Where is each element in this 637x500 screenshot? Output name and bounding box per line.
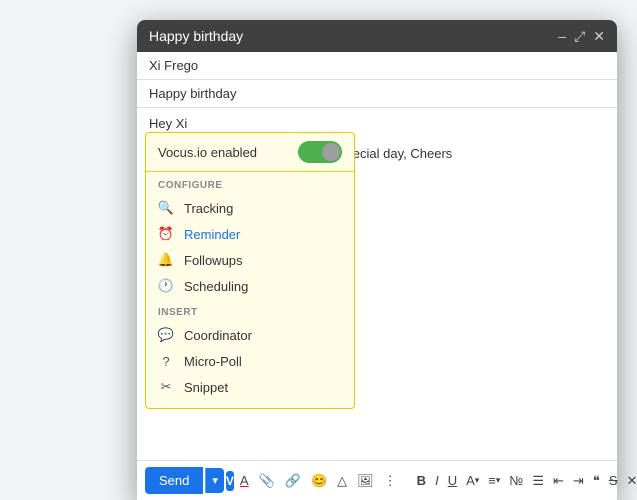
micro-poll-icon: ? [158,353,174,369]
menu-item-coordinator[interactable]: 💬 Coordinator [146,322,354,348]
menu-item-micro-poll[interactable]: ? Micro-Poll [146,348,354,374]
remove-format-icon: ✕ [627,473,637,489]
header-actions: – ⤢ ✕ [558,29,605,43]
expand-icon[interactable]: ⤢ [574,29,585,43]
strikethrough-icon: S [609,473,618,488]
numbered-list-button[interactable]: № [505,470,527,491]
compose-window: Happy birthday – ⤢ ✕ Xi Frego Happy birt… [137,20,617,500]
search-icon: 🔍 [158,200,174,216]
compose-header: Happy birthday – ⤢ ✕ [137,20,617,52]
underline-button[interactable]: U [444,470,461,491]
remove-format-button[interactable]: ✕ [623,470,637,492]
italic-button[interactable]: I [431,470,443,491]
quote-icon: ❝ [593,473,600,489]
vocus-v-button[interactable]: V [226,471,234,491]
vocus-panel: Vocus.io enabled CONFIGURE 🔍 Tracking ⏰ … [145,132,355,409]
compose-toolbar: Send ▾ V A 📎 🔗 😊 △ 🖼 ⋮ B I U [137,460,617,500]
font-color-format-button[interactable]: A▾ [462,470,483,491]
send-button[interactable]: Send [145,467,203,494]
reminder-icon: ⏰ [158,226,174,242]
menu-item-reminder[interactable]: ⏰ Reminder [146,221,354,247]
configure-section-label: CONFIGURE [146,172,354,195]
formatting-toolbar: B I U A▾ ≡▾ № ☰ ⇤ ⇥ ❝ [413,470,637,492]
bullet-list-icon: ☰ [532,473,544,489]
menu-item-tracking[interactable]: 🔍 Tracking [146,195,354,221]
bold-button[interactable]: B [413,470,430,491]
menu-item-scheduling[interactable]: 🕐 Scheduling [146,273,354,299]
micro-poll-label: Micro-Poll [184,354,242,369]
coordinator-label: Coordinator [184,328,252,343]
send-dropdown-button[interactable]: ▾ [205,468,224,493]
font-color-button[interactable]: A [236,470,253,491]
vocus-toggle[interactable] [298,141,342,163]
emoji-icon: 😊 [311,473,327,489]
to-value: Xi Frego [149,58,198,73]
image-icon: 🖼 [357,473,374,489]
link-icon: 🔗 [285,473,301,489]
strikethrough-button[interactable]: S [605,470,622,491]
subject-value: Happy birthday [149,86,236,101]
indent-less-icon: ⇤ [553,473,564,489]
numbered-list-icon: № [509,473,523,488]
indent-more-icon: ⇥ [573,473,584,489]
font-color-icon: A [240,473,249,488]
align-button[interactable]: ≡▾ [484,470,504,491]
bullet-list-button[interactable]: ☰ [528,470,548,492]
menu-item-snippet[interactable]: ✂ Snippet [146,374,354,400]
snippet-label: Snippet [184,380,228,395]
scheduling-icon: 🕐 [158,278,174,294]
quote-button[interactable]: ❝ [589,470,604,492]
coordinator-icon: 💬 [158,327,174,343]
body-line1: Hey Xi [149,116,605,131]
minimize-icon[interactable]: – [558,29,566,43]
indent-less-button[interactable]: ⇤ [549,470,568,492]
scheduling-label: Scheduling [184,279,248,294]
insert-section-label: INSERT [146,299,354,322]
tracking-label: Tracking [184,201,233,216]
link-button[interactable]: 🔗 [281,470,305,492]
compose-body: Xi Frego Happy birthday Hey Xi Wishing y… [137,52,617,460]
attach-button[interactable]: 📎 [255,470,279,492]
more-button[interactable]: ⋮ [380,470,401,492]
followups-icon: 🔔 [158,252,174,268]
subject-field: Happy birthday [137,80,617,108]
reminder-label: Reminder [184,227,240,242]
emoji-button[interactable]: 😊 [307,470,331,492]
image-button[interactable]: 🖼 [353,470,378,492]
align-icon: ≡ [488,473,496,488]
font-color-format-icon: A [466,473,475,488]
drive-button[interactable]: △ [333,470,351,492]
close-icon[interactable]: ✕ [593,29,605,43]
drive-icon: △ [337,473,347,489]
vocus-label: Vocus.io enabled [158,145,257,160]
paperclip-icon: 📎 [259,473,275,489]
menu-item-followups[interactable]: 🔔 Followups [146,247,354,273]
more-icon: ⋮ [384,473,397,489]
compose-title: Happy birthday [149,28,243,44]
snippet-icon: ✂ [158,379,174,395]
followups-label: Followups [184,253,243,268]
indent-more-button[interactable]: ⇥ [569,470,588,492]
to-field: Xi Frego [137,52,617,80]
vocus-header: Vocus.io enabled [146,133,354,172]
